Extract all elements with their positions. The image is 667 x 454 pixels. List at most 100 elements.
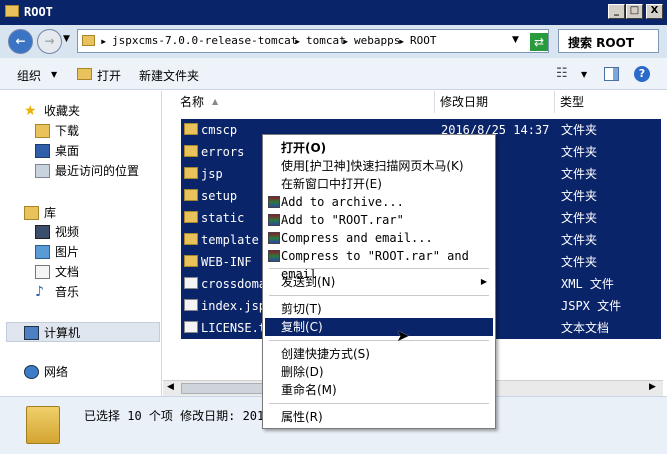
sidebar-label: 视频 xyxy=(55,225,80,239)
breadcrumb-item[interactable]: ROOT xyxy=(410,34,437,47)
menu-label: 创建快捷方式(S) xyxy=(281,347,370,361)
menu-label: Add to "ROOT.rar" xyxy=(281,213,404,227)
preview-pane-icon[interactable] xyxy=(604,67,619,81)
menu-item-scan[interactable]: 使用[护卫神]快速扫描网页木马(K) xyxy=(265,157,493,175)
file-name: errors xyxy=(201,145,245,159)
breadcrumb-item[interactable]: webapps xyxy=(354,34,400,47)
menu-item-cut[interactable]: 剪切(T) xyxy=(265,300,493,318)
arrow-left-icon: ← xyxy=(15,34,26,48)
menu-item-copy[interactable]: 复制(C) xyxy=(265,318,493,336)
folder-open-icon xyxy=(77,68,92,80)
sidebar-item-desktop[interactable]: 桌面 xyxy=(0,141,160,161)
menu-item-properties[interactable]: 属性(R) xyxy=(265,408,493,426)
column-header-type[interactable]: 类型 xyxy=(555,91,667,113)
file-icon xyxy=(184,299,198,311)
column-header-name[interactable]: 名称 ▲ xyxy=(163,91,435,113)
scroll-left-icon[interactable]: ◀ xyxy=(167,382,174,392)
music-note-icon: ♪ xyxy=(35,284,44,300)
menu-separator xyxy=(269,295,489,296)
file-type: 文件夹 xyxy=(561,167,598,181)
back-button[interactable]: ← xyxy=(8,29,33,54)
refresh-button[interactable]: ⇄ xyxy=(530,33,548,51)
chevron-down-icon[interactable]: ▼ xyxy=(581,70,587,79)
address-bar[interactable]: ▸ jspxcms-7.0.0-release-tomcat ▸ tomcat … xyxy=(77,29,549,53)
desktop-icon xyxy=(35,144,50,158)
menu-separator xyxy=(269,403,489,404)
menu-item-add-archive[interactable]: Add to archive... xyxy=(265,193,493,211)
picture-icon xyxy=(35,245,50,259)
folder-icon xyxy=(184,233,198,245)
window-title: ROOT xyxy=(24,5,53,19)
menu-label: Compress and email... xyxy=(281,231,433,245)
menu-label: 删除(D) xyxy=(281,365,324,379)
search-input[interactable]: 搜索 ROOT xyxy=(558,29,659,53)
file-type: 文件夹 xyxy=(561,123,598,137)
maximize-button[interactable]: □ xyxy=(626,4,643,19)
sidebar-item-network[interactable]: 网络 xyxy=(0,362,160,382)
breadcrumb-item[interactable]: tomcat xyxy=(306,34,346,47)
sidebar-item-recent[interactable]: 最近访问的位置 xyxy=(0,161,160,181)
sidebar-label: 最近访问的位置 xyxy=(55,164,140,178)
sidebar-item-documents[interactable]: 文档 xyxy=(0,262,160,282)
menu-item-compress-root-email[interactable]: Compress to "ROOT.rar" and email xyxy=(265,247,493,281)
mouse-cursor-icon: ➤ xyxy=(396,326,410,345)
submenu-arrow-icon: ▶ xyxy=(480,277,487,286)
column-label: 修改日期 xyxy=(440,95,489,109)
folder-icon xyxy=(184,211,198,223)
scroll-right-icon[interactable]: ▶ xyxy=(649,382,656,392)
breadcrumb-item[interactable]: jspxcms-7.0.0-release-tomcat xyxy=(112,34,297,47)
file-icon xyxy=(184,277,198,289)
sidebar-item-videos[interactable]: 视频 xyxy=(0,222,160,242)
menu-item-send-to[interactable]: 发送到(N) ▶ xyxy=(265,273,493,291)
view-icon[interactable]: ☷ xyxy=(556,66,568,81)
chevron-down-icon[interactable]: ▼ xyxy=(512,35,519,45)
help-icon[interactable]: ? xyxy=(634,66,650,82)
menu-item-open[interactable]: 打开(O) xyxy=(265,139,493,157)
sidebar-item-favorites[interactable]: ★ 收藏夹 xyxy=(0,101,160,121)
menu-label: Add to archive... xyxy=(281,195,404,209)
menu-item-open-new-window[interactable]: 在新窗口中打开(E) xyxy=(265,175,493,193)
menu-item-compress-email[interactable]: Compress and email... xyxy=(265,229,493,247)
history-dropdown-icon[interactable]: ▼ xyxy=(63,34,70,44)
sidebar-item-computer[interactable]: 计算机 xyxy=(6,322,160,342)
file-type: XML 文件 xyxy=(561,277,614,291)
menu-item-add-root-rar[interactable]: Add to "ROOT.rar" xyxy=(265,211,493,229)
file-type: 文件夹 xyxy=(561,145,598,159)
file-type: 文件夹 xyxy=(561,255,598,269)
column-label: 类型 xyxy=(560,95,585,109)
search-placeholder: 搜索 ROOT xyxy=(568,36,635,50)
command-bar: 组织 ▼ 打开 新建文件夹 ☷ ▼ ? xyxy=(0,58,667,90)
winrar-icon xyxy=(268,250,280,262)
sidebar-label: 图片 xyxy=(55,245,80,259)
menu-separator xyxy=(269,268,489,269)
menu-item-create-shortcut[interactable]: 创建快捷方式(S) xyxy=(265,345,493,363)
menu-item-rename[interactable]: 重命名(M) xyxy=(265,381,493,399)
menu-label: 发送到(N) xyxy=(281,275,336,289)
sidebar-item-library[interactable]: 库 xyxy=(0,203,160,223)
sidebar-item-music[interactable]: ♪ 音乐 xyxy=(0,282,160,302)
document-icon xyxy=(35,265,50,279)
folder-icon xyxy=(184,255,198,267)
sidebar-label: 收藏夹 xyxy=(44,104,81,118)
sidebar-label: 桌面 xyxy=(55,144,80,158)
folder-icon xyxy=(184,189,198,201)
library-icon xyxy=(24,206,39,220)
column-header-modified[interactable]: 修改日期 xyxy=(435,91,555,113)
minimize-button[interactable]: _ xyxy=(608,4,625,19)
close-button[interactable]: X xyxy=(646,4,663,19)
sidebar-label: 计算机 xyxy=(44,326,81,340)
menu-label: 复制(C) xyxy=(281,320,323,334)
file-type: 文本文档 xyxy=(561,321,610,335)
sidebar-item-downloads[interactable]: 下载 xyxy=(0,121,160,141)
organize-button[interactable]: 组织 xyxy=(17,67,41,84)
forward-button[interactable]: → xyxy=(37,29,62,54)
folder-icon xyxy=(82,35,95,46)
menu-item-delete[interactable]: 删除(D) xyxy=(265,363,493,381)
new-folder-button[interactable]: 新建文件夹 xyxy=(139,67,199,84)
sidebar-item-pictures[interactable]: 图片 xyxy=(0,242,160,262)
open-button[interactable]: 打开 xyxy=(97,67,121,84)
title-bar: ROOT _ □ X xyxy=(0,0,667,25)
selection-summary: 已选择 10 个项 修改日期: 2016 xyxy=(84,409,272,423)
winrar-icon xyxy=(268,232,280,244)
file-name: template xyxy=(201,233,259,247)
